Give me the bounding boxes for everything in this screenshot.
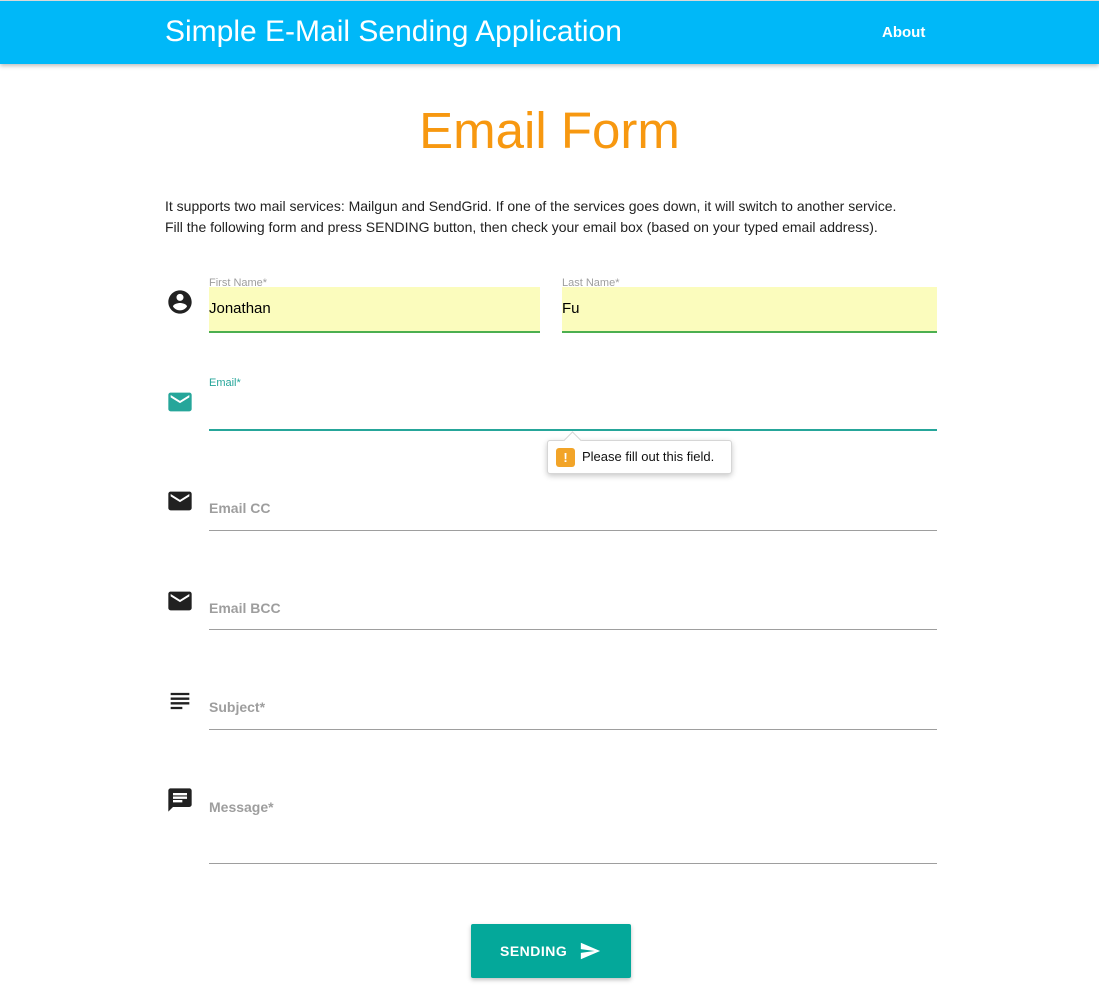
email-cc-underline: [209, 530, 937, 531]
subject-placeholder: Subject*: [209, 699, 266, 715]
sending-button[interactable]: SENDING: [471, 924, 631, 978]
message-icon: [166, 786, 194, 814]
warning-icon: !: [556, 448, 575, 467]
last-name-field: Last Name* Fu: [562, 277, 937, 333]
email-bcc-field[interactable]: Email BCC: [209, 588, 937, 632]
message-placeholder: Message*: [209, 799, 274, 815]
email-bcc-underline: [209, 629, 937, 630]
tooltip-arrow: [563, 431, 582, 450]
top-navbar: Simple E-Mail Sending Application About: [0, 0, 1099, 64]
email-cc-placeholder: Email CC: [209, 500, 271, 516]
page-title: Email Form: [419, 102, 680, 159]
app-brand[interactable]: Simple E-Mail Sending Application: [165, 14, 622, 50]
email-bcc-placeholder: Email BCC: [209, 600, 281, 616]
message-field[interactable]: Message*: [209, 787, 937, 865]
last-name-input[interactable]: Fu: [562, 287, 937, 331]
email-cc-icon: [166, 487, 194, 515]
message-underline: [209, 863, 937, 864]
email-underline: [209, 429, 937, 431]
subject-underline: [209, 729, 937, 730]
nav-about-link[interactable]: About: [882, 23, 925, 43]
validation-message: Please fill out this field.: [582, 449, 715, 464]
email-label: Email*: [209, 377, 241, 389]
first-name-underline: [209, 331, 540, 333]
subject-icon: [166, 687, 194, 715]
email-bcc-icon: [166, 587, 194, 615]
intro-line-1: It supports two mail services: Mailgun a…: [165, 198, 897, 214]
first-name-field: First Name* Jonathan: [209, 277, 540, 333]
subject-field[interactable]: Subject*: [209, 687, 937, 731]
intro-line-2: Fill the following form and press SENDIN…: [165, 219, 878, 235]
email-input[interactable]: [209, 395, 937, 429]
email-cc-field[interactable]: Email CC: [209, 488, 937, 532]
first-name-input[interactable]: Jonathan: [209, 287, 540, 331]
validation-tooltip: ! Please fill out this field.: [547, 431, 732, 474]
intro-text: It supports two mail services: Mailgun a…: [165, 196, 945, 238]
send-icon: [579, 940, 601, 962]
last-name-underline: [562, 331, 937, 333]
email-icon: [166, 388, 194, 416]
account-circle-icon: [166, 288, 194, 316]
email-field: Email*: [209, 377, 937, 433]
sending-button-label: SENDING: [500, 943, 568, 959]
